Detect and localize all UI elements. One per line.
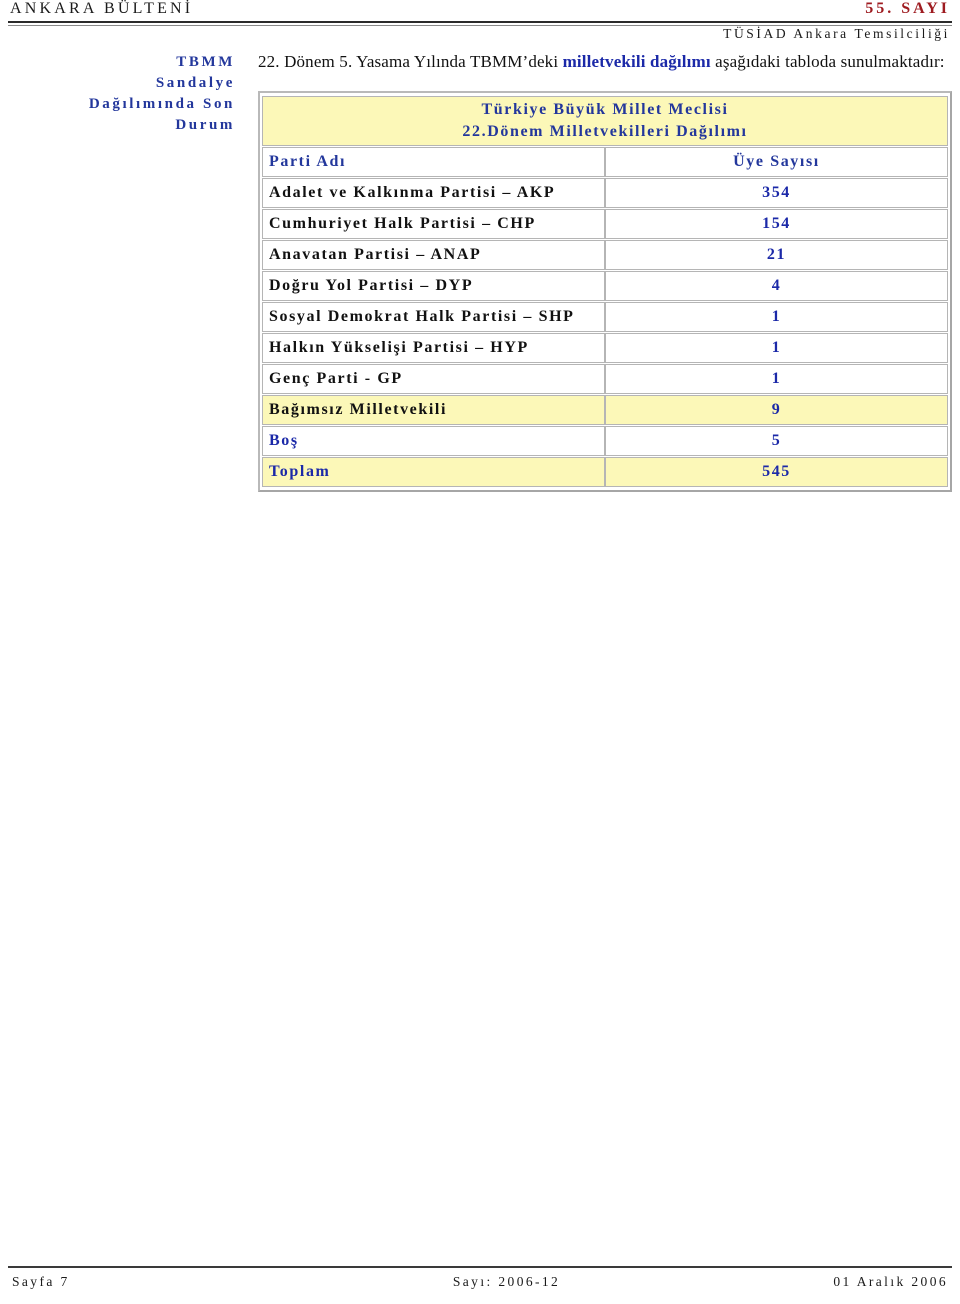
main-content: 22. Dönem 5. Yasama Yılında TBMM’deki mi…: [258, 50, 952, 492]
masthead-row: ANKARA BÜLTENİ 55. SAYI: [8, 0, 952, 20]
header-rule-thick: [8, 21, 952, 23]
intro-paragraph: 22. Dönem 5. Yasama Yılında TBMM’deki mi…: [258, 50, 952, 73]
sidebar-heading-line: TBMM: [176, 54, 235, 70]
intro-highlight: milletvekili dağılımı: [562, 52, 711, 71]
party-count: 9: [605, 395, 948, 425]
header-subtitle: TÜSİAD Ankara Temsilciliği: [723, 26, 950, 41]
party-count: 354: [605, 178, 948, 208]
footer-issue: Sayı: 2006-12: [452, 1274, 561, 1289]
party-count: 1: [605, 333, 948, 363]
table-row-total: Toplam 545: [262, 457, 948, 487]
sidebar-heading-line: Sandalye: [155, 75, 235, 91]
party-name: Genç Parti - GP: [262, 364, 605, 394]
table-row: Anavatan Partisi – ANAP 21: [262, 240, 948, 270]
table-row-vacant: Boş 5: [262, 426, 948, 456]
table-row: Cumhuriyet Halk Partisi – CHP 154: [262, 209, 948, 239]
party-count: 21: [605, 240, 948, 270]
party-name: Cumhuriyet Halk Partisi – CHP: [262, 209, 605, 239]
party-count: 1: [605, 364, 948, 394]
footer-row: Sayfa 7 Sayı: 2006-12 01 Aralık 2006: [8, 1268, 952, 1290]
deputies-table-body: Türkiye Büyük Millet Meclisi 22.Dönem Mi…: [262, 96, 948, 487]
sidebar-heading-line: Dağılımında Son: [88, 96, 235, 112]
publication-title: ANKARA BÜLTENİ: [10, 0, 194, 17]
intro-text-after: aşağıdaki tabloda sunulmaktadır:: [710, 52, 945, 71]
party-name: Sosyal Demokrat Halk Partisi – SHP: [262, 302, 605, 332]
masthead: ANKARA BÜLTENİ 55. SAYI TÜSİAD Ankara Te…: [8, 0, 952, 46]
party-count: 154: [605, 209, 948, 239]
sidebar-heading-line: Durum: [175, 117, 235, 133]
table-row: Genç Parti - GP 1: [262, 364, 948, 394]
party-name: Doğru Yol Partisi – DYP: [262, 271, 605, 301]
party-count: 5: [605, 426, 948, 456]
issue-number: 55. SAYI: [865, 0, 950, 17]
intro-text-before: 22. Dönem 5. Yasama Yılında TBMM’deki: [258, 52, 563, 71]
column-header-count: Üye Sayısı: [605, 147, 948, 177]
total-label: Toplam: [262, 457, 605, 487]
footer-date: 01 Aralık 2006: [833, 1274, 948, 1289]
total-count: 545: [605, 457, 948, 487]
party-count: 1: [605, 302, 948, 332]
deputies-table-frame: Türkiye Büyük Millet Meclisi 22.Dönem Mi…: [258, 91, 952, 492]
party-name: Anavatan Partisi – ANAP: [262, 240, 605, 270]
table-title-line1: Türkiye Büyük Millet Meclisi: [481, 101, 729, 118]
table-row: Adalet ve Kalkınma Partisi – AKP 354: [262, 178, 948, 208]
table-row: Sosyal Demokrat Halk Partisi – SHP 1: [262, 302, 948, 332]
table-title-cell: Türkiye Büyük Millet Meclisi 22.Dönem Mi…: [262, 96, 948, 146]
table-row-independent: Bağımsız Milletvekili 9: [262, 395, 948, 425]
table-title-row: Türkiye Büyük Millet Meclisi 22.Dönem Mi…: [262, 96, 948, 146]
sidebar-heading: TBMM Sandalye Dağılımında Son Durum: [20, 52, 235, 136]
party-name: Halkın Yükselişi Partisi – HYP: [262, 333, 605, 363]
column-header-party: Parti Adı: [262, 147, 605, 177]
table-row: Halkın Yükselişi Partisi – HYP 1: [262, 333, 948, 363]
party-name: Adalet ve Kalkınma Partisi – AKP: [262, 178, 605, 208]
table-title-line2: 22.Dönem Milletvekilleri Dağılımı: [462, 123, 748, 140]
party-count: 4: [605, 271, 948, 301]
table-row: Doğru Yol Partisi – DYP 4: [262, 271, 948, 301]
deputies-table: Türkiye Büyük Millet Meclisi 22.Dönem Mi…: [262, 95, 948, 488]
party-name: Boş: [262, 426, 605, 456]
party-name: Bağımsız Milletvekili: [262, 395, 605, 425]
table-header-row: Parti Adı Üye Sayısı: [262, 147, 948, 177]
footer-page-number: Sayfa 7: [12, 1274, 70, 1289]
footer: Sayfa 7 Sayı: 2006-12 01 Aralık 2006: [8, 1266, 952, 1290]
sidebar: TBMM Sandalye Dağılımında Son Durum: [20, 52, 235, 136]
